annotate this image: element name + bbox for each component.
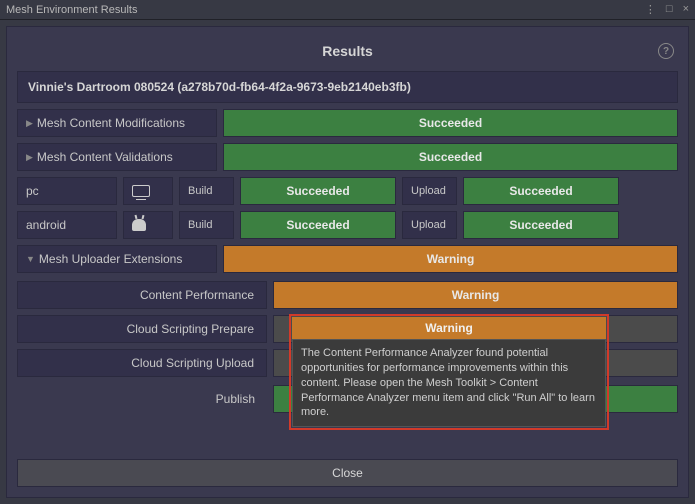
status-badge: Succeeded xyxy=(273,385,678,413)
status-badge: Warning xyxy=(273,281,678,309)
monitor-icon xyxy=(132,185,150,197)
status-badge: Warning xyxy=(223,245,678,273)
window-menu-icon[interactable]: ⋮ xyxy=(645,3,656,16)
upload-label: Upload xyxy=(402,177,457,205)
row-content-validations[interactable]: ▶ Mesh Content Validations xyxy=(17,143,217,171)
build-label: Build xyxy=(179,211,234,239)
row-cloud-scripting-prepare: Cloud Scripting Prepare xyxy=(17,315,267,343)
window-titlebar: Mesh Environment Results ⋮ □ × xyxy=(0,0,695,20)
chevron-down-icon: ▼ xyxy=(26,254,35,264)
status-badge xyxy=(273,315,678,343)
row-cloud-scripting-upload: Cloud Scripting Upload xyxy=(17,349,267,377)
row-publish: Publish xyxy=(17,385,267,413)
android-icon xyxy=(132,219,146,231)
status-badge: Succeeded xyxy=(223,109,678,137)
window-title: Mesh Environment Results xyxy=(6,4,645,16)
help-icon[interactable]: ? xyxy=(658,43,674,59)
upload-label: Upload xyxy=(402,211,457,239)
status-badge xyxy=(273,349,678,377)
status-badge: Succeeded xyxy=(463,211,619,239)
chevron-right-icon: ▶ xyxy=(26,152,33,163)
results-panel: Results ? Vinnie's Dartroom 080524 (a278… xyxy=(6,26,689,498)
platform-pc-icon-cell xyxy=(123,177,173,205)
platform-android-label: android xyxy=(17,211,117,239)
row-uploader-extensions[interactable]: ▼ Mesh Uploader Extensions xyxy=(17,245,217,273)
build-label: Build xyxy=(179,177,234,205)
platform-pc-label: pc xyxy=(17,177,117,205)
row-content-modifications[interactable]: ▶ Mesh Content Modifications xyxy=(17,109,217,137)
panel-title: Results xyxy=(322,43,373,59)
status-badge: Succeeded xyxy=(463,177,619,205)
row-content-performance: Content Performance xyxy=(17,281,267,309)
environment-header: Vinnie's Dartroom 080524 (a278b70d-fb64-… xyxy=(17,71,678,103)
status-badge: Succeeded xyxy=(223,143,678,171)
close-button[interactable]: Close xyxy=(17,459,678,487)
chevron-right-icon: ▶ xyxy=(26,118,33,129)
window-maximize-icon[interactable]: □ xyxy=(666,3,673,16)
window-close-icon[interactable]: × xyxy=(683,3,689,16)
platform-android-icon-cell xyxy=(123,211,173,239)
status-badge: Succeeded xyxy=(240,177,396,205)
status-badge: Succeeded xyxy=(240,211,396,239)
